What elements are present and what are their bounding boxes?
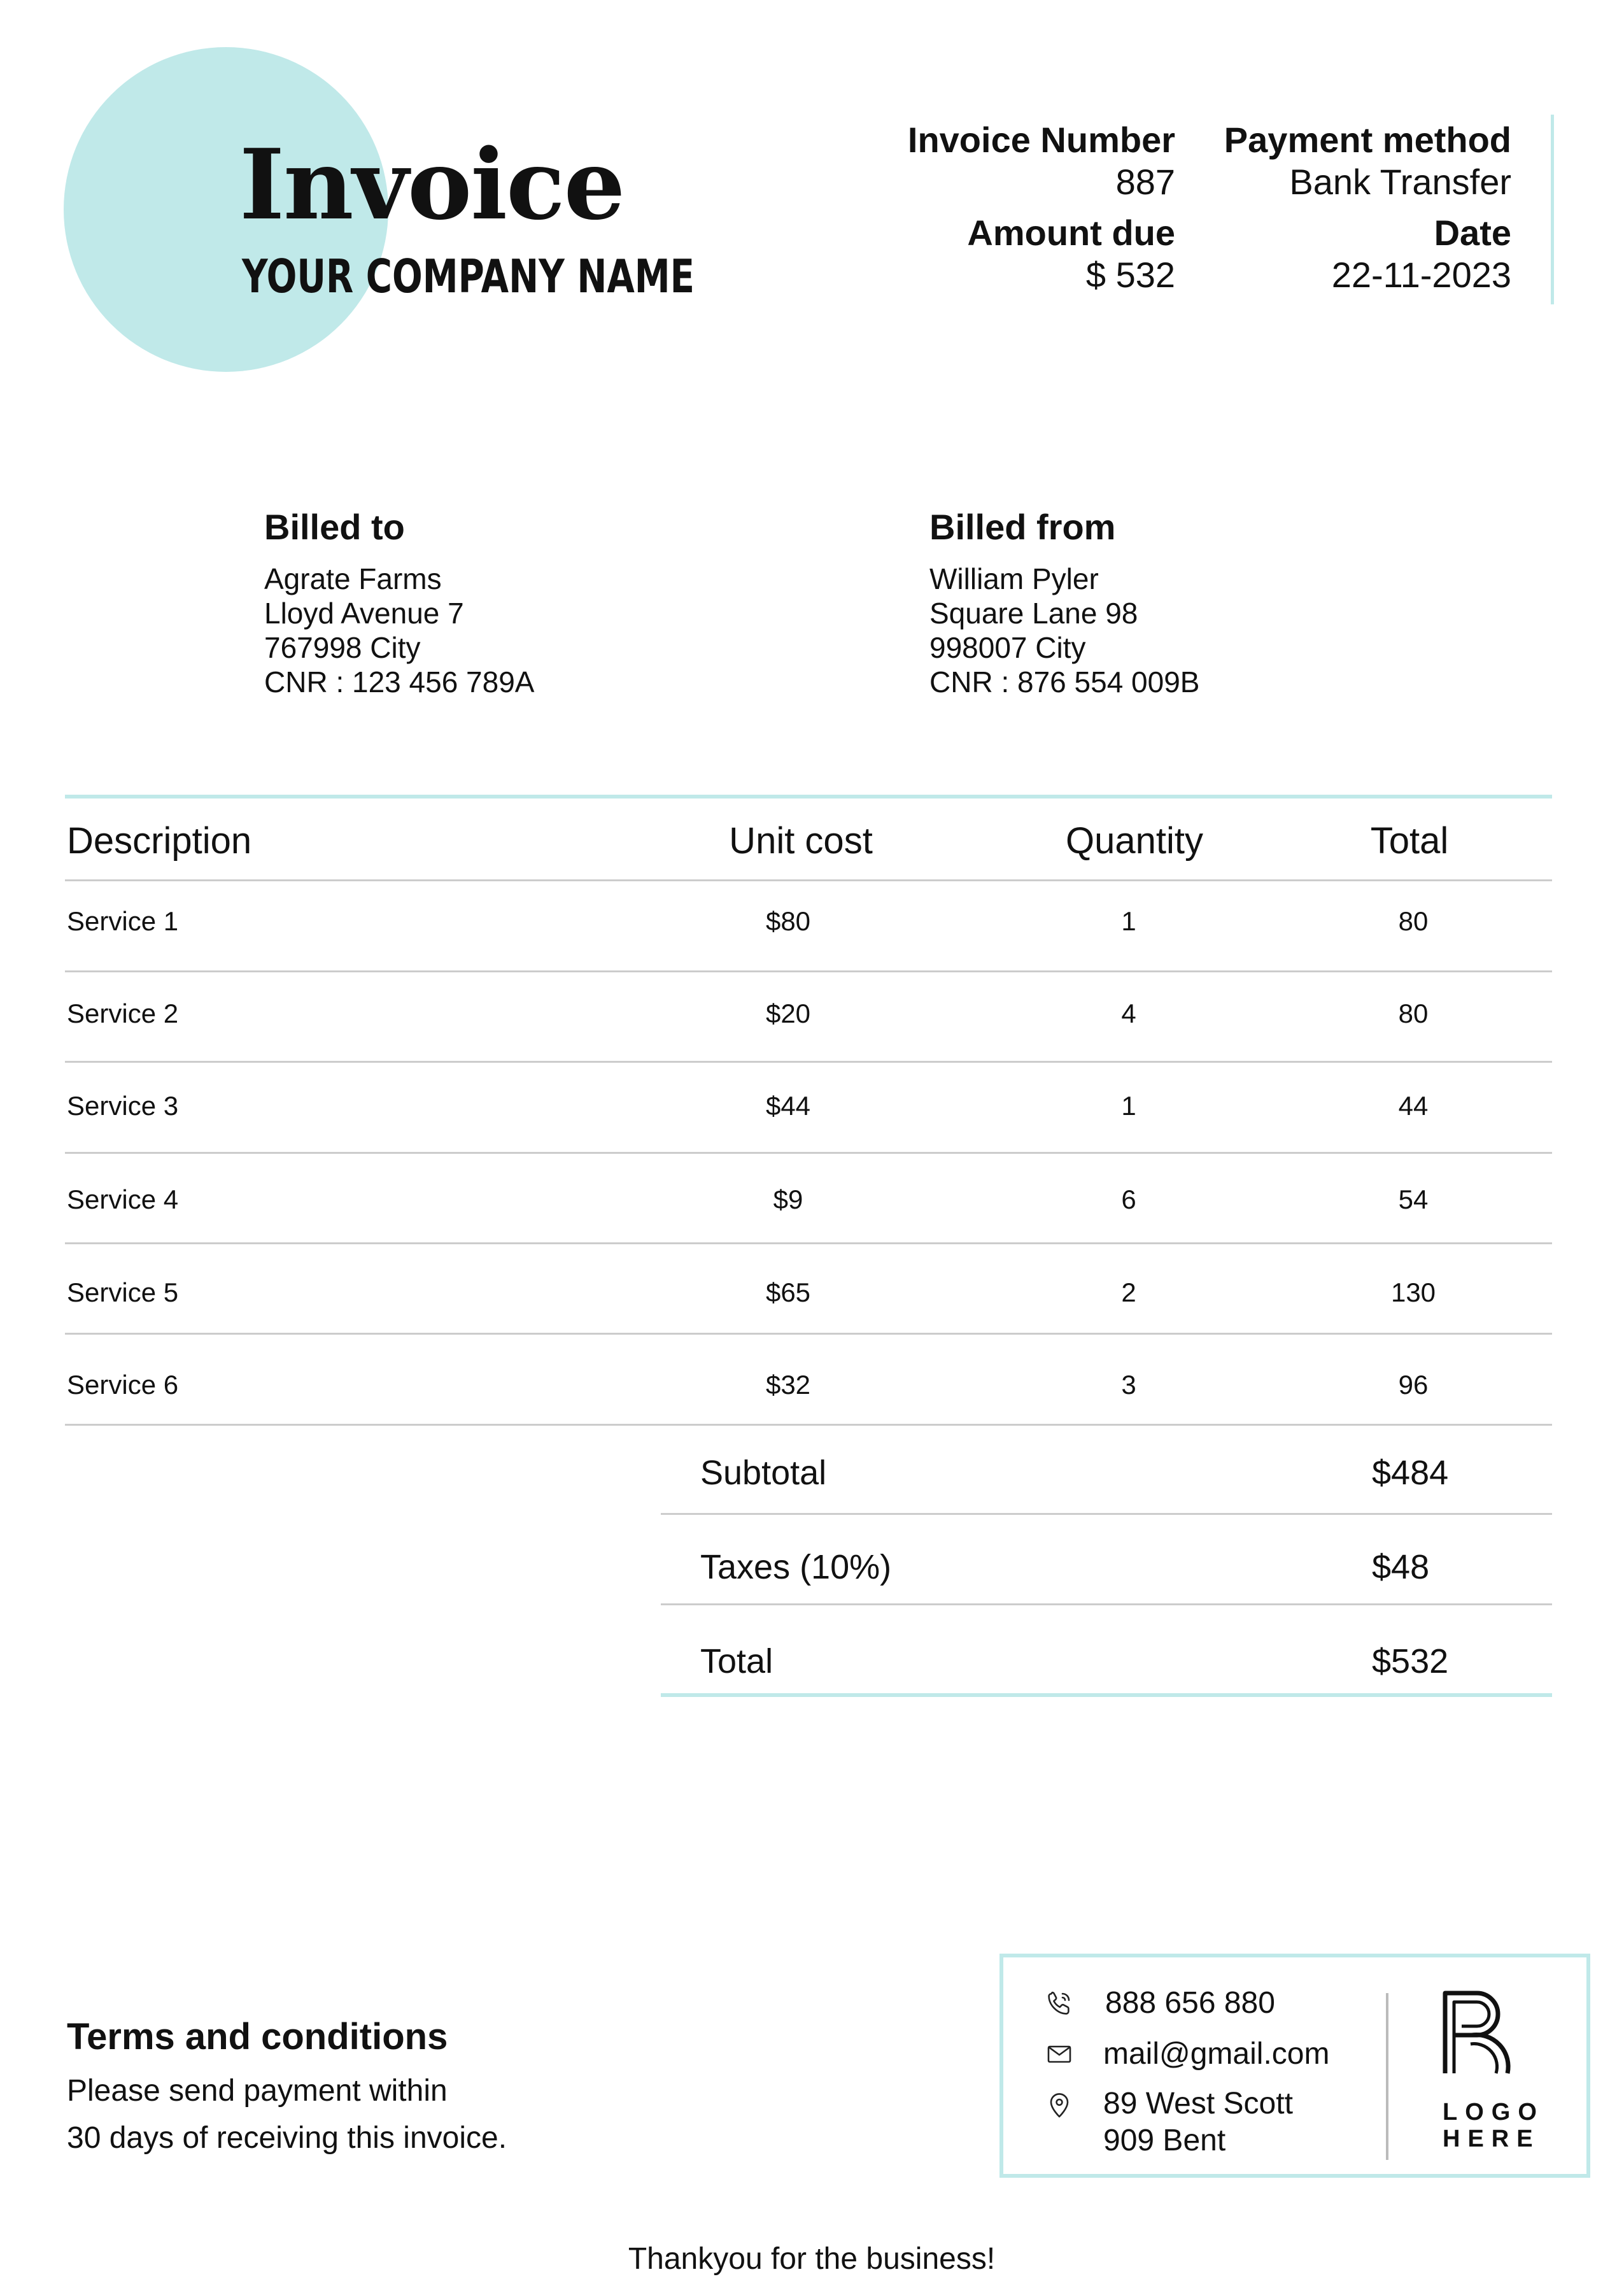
total-underline bbox=[661, 1693, 1552, 1697]
terms-line: 30 days of receiving this invoice. bbox=[67, 2121, 507, 2155]
row-divider bbox=[65, 970, 1552, 972]
billed-from-line: CNR : 876 554 009B bbox=[929, 665, 1200, 699]
logo-text: LOGO HERE bbox=[1443, 2099, 1544, 2152]
taxes-label: Taxes (10%) bbox=[700, 1548, 892, 1586]
cell-description: Service 5 bbox=[67, 1277, 179, 1307]
billed-from-line: 998007 City bbox=[929, 631, 1086, 664]
amount-due-value: $ 532 bbox=[1085, 255, 1175, 295]
location-pin-icon bbox=[1050, 2093, 1069, 2118]
cell-total: 80 bbox=[1398, 906, 1429, 936]
logo-text-line: LOGO bbox=[1443, 2099, 1544, 2126]
cell-total: 44 bbox=[1398, 1091, 1429, 1121]
cell-quantity: 2 bbox=[1121, 1277, 1136, 1307]
billed-to-line: Lloyd Avenue 7 bbox=[264, 597, 464, 630]
cell-total: 54 bbox=[1398, 1184, 1429, 1214]
thank-you-message: Thankyou for the business! bbox=[628, 2242, 996, 2276]
cell-description: Service 4 bbox=[67, 1184, 179, 1214]
company-name: YOUR COMPANY NAME bbox=[242, 250, 695, 303]
cell-unit-cost: $65 bbox=[765, 1277, 811, 1307]
billed-to-line: CNR : 123 456 789A bbox=[264, 665, 535, 699]
cell-description: Service 3 bbox=[67, 1091, 179, 1121]
billed-to-title: Billed to bbox=[264, 507, 405, 547]
invoice-number-value: 887 bbox=[1115, 162, 1175, 202]
column-header-description: Description bbox=[67, 820, 252, 862]
summary-divider bbox=[661, 1513, 1552, 1515]
row-divider bbox=[65, 1061, 1552, 1063]
cell-quantity: 1 bbox=[1121, 906, 1136, 936]
row-divider bbox=[65, 1333, 1552, 1335]
billed-to-line: 767998 City bbox=[264, 631, 421, 664]
cell-unit-cost: $20 bbox=[765, 998, 811, 1028]
contact-address-line: 909 Bent bbox=[1103, 2124, 1226, 2157]
cell-quantity: 6 bbox=[1121, 1184, 1136, 1214]
terms-title: Terms and conditions bbox=[67, 2016, 448, 2057]
total-label: Total bbox=[700, 1642, 773, 1680]
terms-line: Please send payment within bbox=[67, 2074, 448, 2108]
cell-description: Service 6 bbox=[67, 1370, 179, 1400]
column-header-total: Total bbox=[1370, 820, 1449, 862]
cell-total: 80 bbox=[1398, 998, 1429, 1028]
billed-to-line: Agrate Farms bbox=[264, 562, 442, 595]
total-value: $532 bbox=[1372, 1642, 1449, 1680]
phone-icon bbox=[1048, 1991, 1070, 2015]
billed-from-line: Square Lane 98 bbox=[929, 597, 1138, 630]
cell-quantity: 1 bbox=[1121, 1091, 1136, 1121]
logo-text-line: HERE bbox=[1443, 2126, 1541, 2152]
contact-divider bbox=[1386, 1993, 1388, 2160]
table-top-rule bbox=[65, 795, 1552, 799]
contact-email: mail@gmail.com bbox=[1103, 2037, 1330, 2071]
row-divider bbox=[65, 1242, 1552, 1244]
taxes-value: $48 bbox=[1372, 1548, 1430, 1586]
cell-total: 130 bbox=[1390, 1277, 1436, 1307]
subtotal-label: Subtotal bbox=[700, 1454, 827, 1492]
cell-description: Service 1 bbox=[67, 906, 179, 936]
cell-unit-cost: $80 bbox=[765, 906, 811, 936]
billed-from-address: William Pyler Square Lane 98 998007 City… bbox=[929, 562, 1200, 699]
billed-to-address: Agrate Farms Lloyd Avenue 7 767998 City … bbox=[264, 562, 535, 699]
amount-due-label: Amount due bbox=[967, 213, 1175, 253]
cell-total: 96 bbox=[1398, 1370, 1429, 1400]
row-divider bbox=[65, 879, 1552, 881]
summary-divider bbox=[661, 1603, 1552, 1605]
cell-description: Service 2 bbox=[67, 998, 179, 1028]
column-header-quantity: Quantity bbox=[1066, 820, 1203, 862]
row-divider bbox=[65, 1424, 1552, 1426]
billed-from-line: William Pyler bbox=[929, 562, 1099, 595]
row-divider bbox=[65, 1152, 1552, 1154]
invoice-title: Invoice bbox=[239, 127, 625, 241]
cell-unit-cost: $9 bbox=[773, 1184, 803, 1214]
contact-address-line: 89 West Scott bbox=[1103, 2087, 1293, 2120]
billed-from-title: Billed from bbox=[929, 507, 1116, 547]
cell-unit-cost: $32 bbox=[765, 1370, 811, 1400]
cell-unit-cost: $44 bbox=[765, 1091, 811, 1121]
payment-method-value: Bank Transfer bbox=[1289, 162, 1511, 202]
date-value: 22-11-2023 bbox=[1331, 255, 1511, 295]
contact-phone: 888 656 880 bbox=[1105, 1986, 1275, 2020]
cell-quantity: 3 bbox=[1121, 1370, 1136, 1400]
header-accent-line bbox=[1551, 115, 1554, 304]
subtotal-value: $484 bbox=[1372, 1454, 1449, 1492]
payment-method-label: Payment method bbox=[1224, 120, 1511, 160]
mail-icon bbox=[1047, 2045, 1071, 2063]
cell-quantity: 4 bbox=[1121, 998, 1136, 1028]
date-label: Date bbox=[1434, 213, 1511, 253]
logo-mark-icon bbox=[1443, 1991, 1511, 2074]
column-header-unit-cost: Unit cost bbox=[729, 820, 873, 862]
invoice-number-label: Invoice Number bbox=[907, 120, 1175, 160]
